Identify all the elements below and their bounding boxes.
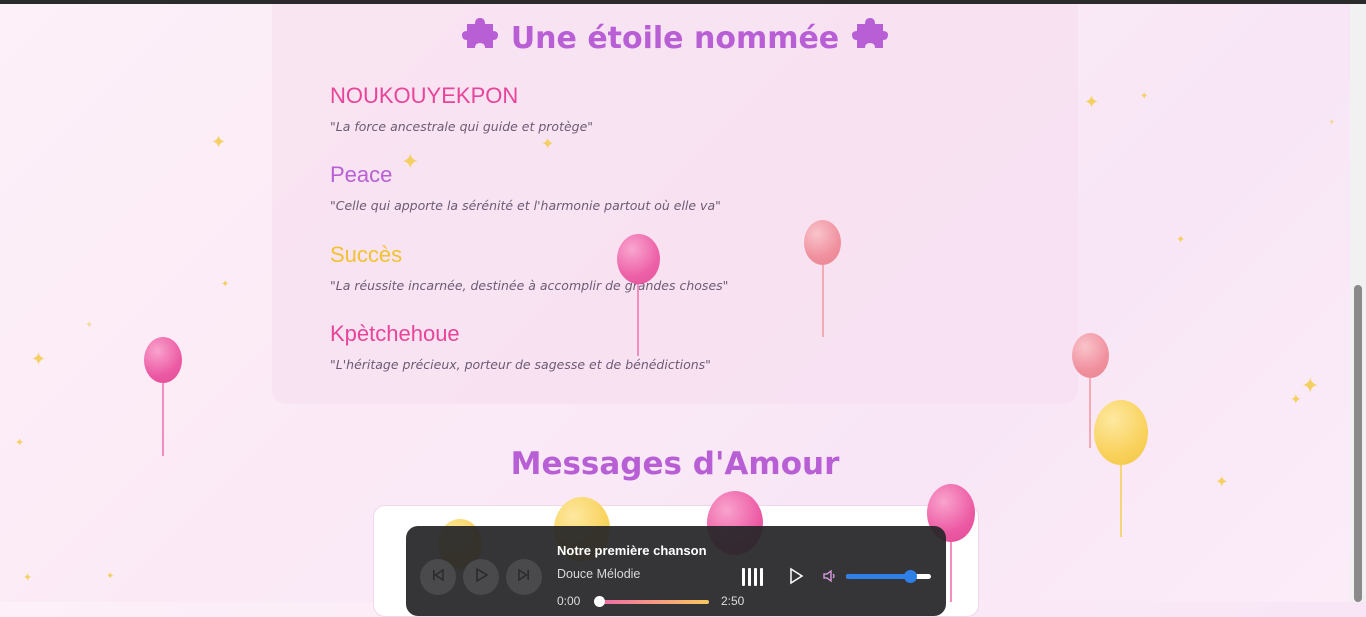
song-title: Notre première chanson xyxy=(557,543,707,558)
balloon-string xyxy=(822,265,824,337)
sparkle-icon: ✦ xyxy=(23,571,33,584)
name-entry: Succès "La réussite incarnée, destinée à… xyxy=(330,242,728,293)
music-player: Notre première chanson Douce Mélodie 0:0… xyxy=(406,526,946,616)
sparkle-icon: ✦ xyxy=(106,571,115,582)
volume-fill xyxy=(846,574,910,579)
current-time: 0:00 xyxy=(557,594,581,608)
skip-back-icon xyxy=(430,567,446,587)
scrollbar-thumb[interactable] xyxy=(1354,285,1362,602)
sparkle-icon: ✦ xyxy=(221,279,230,290)
balloon xyxy=(617,234,660,284)
names-title-text: Une étoile nommée xyxy=(510,20,840,56)
sparkle-icon: ✦ xyxy=(1176,233,1186,246)
skip-back-button[interactable] xyxy=(420,559,456,595)
balloon-string xyxy=(950,542,952,602)
balloon-string xyxy=(1089,378,1091,448)
volume-slider[interactable] xyxy=(846,574,931,579)
volume-knob[interactable] xyxy=(903,570,917,583)
sparkle-icon: ✦ xyxy=(541,134,555,153)
sparkle-icon: ✦ xyxy=(211,132,227,153)
name-quote: "La réussite incarnée, destinée à accomp… xyxy=(330,278,729,293)
puzzle-piece-icon xyxy=(851,16,889,60)
play-button[interactable] xyxy=(463,559,499,595)
balloon xyxy=(144,337,182,383)
sparkle-icon: ✦ xyxy=(31,349,47,370)
volume-icon xyxy=(822,569,838,588)
name-title: Kpètchehoue xyxy=(330,321,460,346)
name-quote: "L'héritage précieux, porteur de sagesse… xyxy=(330,357,711,372)
name-entry: NOUKOUYEKPON "La force ancestrale qui gu… xyxy=(330,83,593,134)
balloon xyxy=(1094,400,1148,465)
play-icon xyxy=(788,567,804,589)
balloon-string xyxy=(637,284,639,356)
puzzle-piece-icon xyxy=(461,16,499,60)
names-section-title: Une étoile nommée xyxy=(272,16,1078,60)
volume-button[interactable] xyxy=(822,568,838,588)
sparkle-icon: ✦ xyxy=(401,150,420,175)
sparkle-icon: ✦ xyxy=(1140,91,1149,102)
equalizer-icon xyxy=(742,568,763,586)
sparkle-icon: ✦ xyxy=(1328,118,1336,128)
play-toggle-button[interactable] xyxy=(788,567,804,589)
balloon xyxy=(1072,333,1109,378)
balloon xyxy=(804,220,841,265)
sparkle-icon: ✦ xyxy=(1290,392,1302,408)
name-title: Peace xyxy=(330,162,393,187)
name-title: Succès xyxy=(330,242,403,267)
sparkle-icon: ✦ xyxy=(1084,92,1100,113)
duration: 2:50 xyxy=(721,594,745,608)
messages-section-title: Messages d'Amour xyxy=(510,446,840,482)
skip-forward-button[interactable] xyxy=(506,559,542,595)
name-title: NOUKOUYEKPON xyxy=(330,83,519,108)
play-icon xyxy=(472,566,490,588)
sparkle-icon: ✦ xyxy=(15,436,25,449)
sparkle-icon: ✦ xyxy=(85,320,94,331)
balloon-string xyxy=(1120,465,1122,537)
name-entry: Peace "Celle qui apporte la sérénité et … xyxy=(330,162,721,213)
progress-bar[interactable] xyxy=(599,600,709,604)
song-artist: Douce Mélodie xyxy=(557,567,641,581)
sparkle-icon: ✦ xyxy=(1215,472,1229,491)
name-quote: "Celle qui apporte la sérénité et l'harm… xyxy=(330,198,721,213)
name-entry: Kpètchehoue "L'héritage précieux, porteu… xyxy=(330,321,711,372)
skip-forward-icon xyxy=(516,567,532,587)
balloon-string xyxy=(162,383,164,456)
name-quote: "La force ancestrale qui guide et protèg… xyxy=(330,119,594,134)
sparkle-icon: ✦ xyxy=(1301,374,1320,399)
